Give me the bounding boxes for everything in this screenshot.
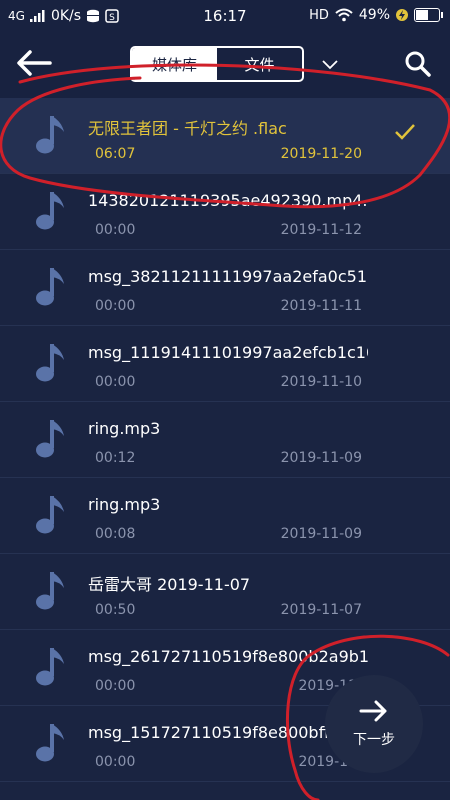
- music-note-icon: [36, 420, 64, 458]
- chevron-down-icon: [322, 60, 338, 70]
- file-date: 2019-11-20: [280, 146, 362, 162]
- music-note-icon: [36, 724, 64, 762]
- search-icon: [405, 51, 431, 77]
- file-row[interactable]: msg_38211211111997aa2efa0c510 00:00 2019-1…: [0, 250, 450, 326]
- status-bar: 4G 0K/s S 16:17 HD 49%: [0, 0, 450, 32]
- check-icon: [395, 124, 415, 140]
- file-row[interactable]: 岳雷大哥 2019-11-07 00:50 2019-11-07: [0, 554, 450, 630]
- file-duration: 00:00: [95, 678, 136, 694]
- file-row[interactable]: 143820121119395ae492390.mp4. 00:00 2019-11…: [0, 174, 450, 250]
- file-date: 2019-11-10: [280, 374, 362, 390]
- back-button[interactable]: [16, 50, 56, 82]
- arrow-right-icon: [359, 700, 387, 722]
- file-date: 2019-11-09: [280, 450, 362, 466]
- file-duration: 00:12: [95, 450, 136, 466]
- file-row[interactable]: 无限王者团 - 千灯之约 .flac 06:07 2019-11-20: [0, 98, 450, 174]
- next-step-label: 下一步: [353, 732, 395, 748]
- music-note-icon: [36, 648, 64, 686]
- file-row[interactable]: msg_11191411101997aa2efcb1c10 00:00 2019-1…: [0, 326, 450, 402]
- file-row[interactable]: ring.mp3 00:12 2019-11-09: [0, 402, 450, 478]
- music-note-icon: [36, 268, 64, 306]
- file-date: 2019-11-11: [280, 298, 362, 314]
- battery-percent: 49%: [358, 7, 390, 23]
- music-note-icon: [36, 496, 64, 534]
- file-duration: 00:08: [95, 526, 136, 542]
- charging-icon: [396, 9, 408, 21]
- music-note-icon: [36, 344, 64, 382]
- wifi-icon: [335, 8, 353, 22]
- file-duration: 00:00: [95, 374, 136, 390]
- battery-fill: [416, 10, 428, 20]
- music-note-icon: [36, 192, 64, 230]
- file-date: 2019-11-07: [280, 602, 362, 618]
- music-note-icon: [36, 572, 64, 610]
- next-step-button[interactable]: 下一步: [325, 675, 423, 773]
- file-duration: 00:00: [95, 754, 136, 770]
- status-right: HD 49%: [309, 7, 443, 23]
- app-header: 媒体库 文件: [0, 32, 450, 98]
- file-duration: 00:00: [95, 222, 136, 238]
- file-row[interactable]: ring.mp3 00:08 2019-11-09: [0, 478, 450, 554]
- source-segmented-control: 媒体库 文件: [130, 46, 304, 82]
- file-duration: 00:00: [95, 298, 136, 314]
- file-name: 无限王者团 - 千灯之约 .flac: [88, 119, 287, 138]
- dropdown-button[interactable]: [320, 56, 342, 72]
- file-name: msg_151727110519f8e800bff: [88, 723, 330, 742]
- file-name: 岳雷大哥 2019-11-07: [88, 575, 251, 594]
- file-duration: 00:50: [95, 602, 136, 618]
- tab-media-library[interactable]: 媒体库: [132, 48, 217, 80]
- file-name: msg_11191411101997aa2efcb1c10: [88, 343, 368, 362]
- file-name: msg_261727110519f8e800b2a9b1: [88, 647, 368, 666]
- tab-files[interactable]: 文件: [217, 48, 302, 80]
- hd-badge: HD: [309, 7, 329, 23]
- search-button[interactable]: [404, 50, 434, 80]
- file-date: 2019-11-12: [280, 222, 362, 238]
- file-name: ring.mp3: [88, 495, 161, 514]
- file-name: ring.mp3: [88, 419, 161, 438]
- music-note-icon: [36, 116, 64, 154]
- file-name: 143820121119395ae492390.mp4.: [88, 191, 368, 210]
- arrow-left-icon: [17, 50, 52, 76]
- file-duration: 06:07: [95, 146, 136, 162]
- battery-icon: [414, 8, 443, 22]
- file-date: 2019-11-09: [280, 526, 362, 542]
- file-name: msg_38211211111997aa2efa0c510: [88, 267, 368, 286]
